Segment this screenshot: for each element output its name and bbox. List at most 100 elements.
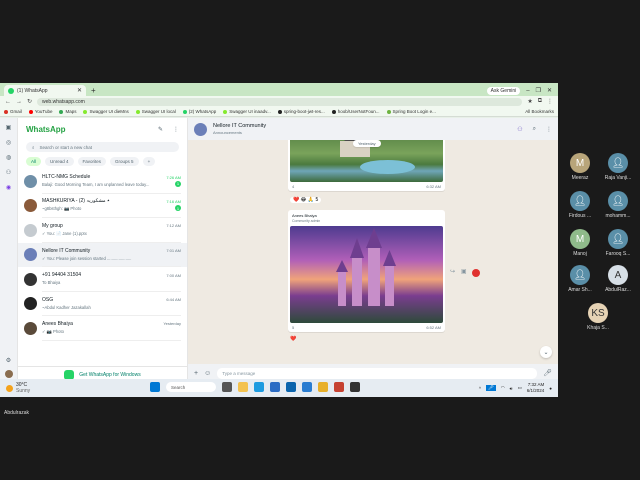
bookmark-item[interactable]: spring-boot-jwt-res... — [277, 109, 325, 114]
participant-tile[interactable]: 👤︎ Firdous ... — [560, 191, 600, 219]
attach-icon[interactable]: + — [194, 370, 198, 377]
scroll-down-button[interactable]: ⌄ — [540, 346, 552, 358]
participant-tile[interactable]: KS Khaja S... — [578, 303, 618, 331]
meta-ai-icon[interactable]: ◉ — [6, 184, 11, 191]
new-tab-button[interactable]: + — [91, 85, 96, 96]
taskbar-search[interactable]: Search — [166, 382, 216, 392]
bookmark-item[interactable]: hoob/UserNotFoun... — [331, 109, 380, 114]
chat-row-selected[interactable]: Nellore IT Community 7:01 AM ✓ You: Pleas… — [18, 242, 187, 267]
url-field[interactable]: web.whatsapp.com — [37, 97, 523, 106]
chats-icon[interactable]: ▣ — [6, 124, 12, 131]
star-icon[interactable]: ★ — [527, 98, 532, 105]
chat-row[interactable]: +91 94404 31504 7:00 AM To Bhaiya — [18, 267, 187, 292]
chat-preview: ✓ 📷 Photo — [42, 328, 64, 334]
filter-all[interactable]: All — [26, 157, 42, 166]
close-icon[interactable]: ✕ — [77, 87, 82, 94]
media-icon[interactable]: ▣ — [461, 268, 467, 275]
message-bubble[interactable]: Anees Bhaiya Community admin 5 6:52 AM — [288, 210, 445, 332]
extensions-icon[interactable]: ⧉ — [538, 98, 542, 105]
menu-icon[interactable]: ⋮ — [547, 98, 553, 105]
filter-add[interactable]: + — [142, 157, 156, 166]
bookmark-item[interactable]: Swagger UI inaadv... — [223, 109, 271, 114]
community-icon[interactable]: ⚇ — [517, 126, 522, 133]
notification-icon[interactable]: ● — [549, 386, 552, 391]
mic-tray-icon[interactable]: 🎤︎ — [485, 385, 496, 391]
battery-icon[interactable]: ▭ — [517, 385, 521, 391]
filter-unread[interactable]: Unread 4 — [45, 157, 74, 166]
participant-tile[interactable]: 👤︎ Farooq S... — [598, 229, 638, 257]
clock[interactable]: 7:32 AM 6/1/2024 — [527, 382, 545, 394]
person-icon: 👤︎ — [570, 191, 590, 211]
more-options-icon[interactable]: ⋮ — [173, 126, 179, 133]
git-icon[interactable] — [334, 382, 344, 392]
minimize-icon[interactable]: – — [526, 88, 529, 94]
reload-icon[interactable]: ↻ — [27, 98, 32, 105]
chat-row[interactable]: HLTC-NMG Schedule 7:26 AM Balaji: Good Mo… — [18, 169, 187, 194]
pdf-icon[interactable] — [472, 269, 480, 277]
chat-row[interactable]: OSG 6:44 AM ~Abdul Kadher Jazakallah — [18, 292, 187, 316]
forward-icon[interactable]: ↪ — [450, 268, 455, 275]
message-reaction[interactable]: ❤️ — [290, 336, 296, 342]
participant-tile[interactable]: 👤︎ Raja Vanji... — [598, 153, 638, 181]
participant-tile[interactable]: A AbdulRaz... — [598, 265, 638, 293]
castle-image[interactable] — [290, 226, 443, 323]
browser-tab-whatsapp[interactable]: (1) WhatsApp ✕ — [4, 85, 86, 96]
channels-icon[interactable]: ◍ — [6, 154, 11, 161]
chat-row[interactable]: Anees Bhaiya Yesterday ✓ 📷 Photo — [18, 316, 187, 341]
message-input[interactable]: Type a message — [217, 367, 538, 379]
unread-badge: 1 — [175, 205, 181, 212]
outlook-icon[interactable] — [286, 382, 296, 392]
bookmark-item[interactable]: Spring Boot Login e... — [386, 109, 436, 114]
bookmark-item[interactable]: Swagger UI dieMns — [83, 109, 129, 114]
windows-start-icon[interactable] — [150, 382, 160, 392]
more-options-icon[interactable]: ⋮ — [546, 126, 552, 133]
participant-tile[interactable]: 👤︎ Amar Sh... — [560, 265, 600, 293]
store-icon[interactable] — [270, 382, 280, 392]
task-view-icon[interactable] — [222, 382, 232, 392]
ask-gemini-button[interactable]: Ask Gemini — [486, 86, 521, 95]
edge-icon[interactable] — [254, 382, 264, 392]
wifi-icon[interactable]: ◠ — [501, 385, 505, 391]
volume-icon[interactable]: 🔊︎ — [510, 386, 513, 391]
chat-time: 7:12 AM — [166, 223, 181, 229]
message-bubble[interactable]: 4 6:32 AM — [288, 140, 445, 191]
search-input[interactable]: ⌕ Search or start a new chat — [26, 142, 179, 152]
search-icon[interactable]: ⌕ — [533, 126, 536, 133]
bookmark-item[interactable]: Swagger UI local — [135, 109, 176, 114]
new-chat-icon[interactable]: ✎ — [158, 126, 163, 133]
mic-icon[interactable]: 🎤︎ — [543, 369, 552, 377]
chrome-icon[interactable] — [318, 382, 328, 392]
close-window-icon[interactable]: ✕ — [547, 87, 552, 94]
all-bookmarks[interactable]: All Bookmarks — [525, 109, 554, 114]
back-icon[interactable]: ← — [5, 99, 11, 105]
message-reactions[interactable]: ❤️ 😂 🙏 5 — [290, 197, 322, 203]
explorer-icon[interactable] — [238, 382, 248, 392]
vscode-icon[interactable] — [302, 382, 312, 392]
restore-icon[interactable]: ❐ — [536, 87, 541, 94]
status-icon[interactable]: ◎ — [6, 139, 11, 146]
settings-icon[interactable]: ⚙ — [6, 357, 11, 364]
chevron-up-icon[interactable]: ^ — [479, 386, 481, 391]
bookmark-item[interactable]: Gmail — [4, 109, 22, 114]
bookmark-item[interactable]: YouTube — [28, 109, 52, 114]
participant-tile[interactable]: M Manoj — [560, 229, 600, 257]
bookmark-item[interactable]: Maps — [59, 109, 76, 114]
communities-icon[interactable]: ⚇ — [6, 169, 11, 176]
chat-row[interactable]: My group 7:12 AM ✓ You: 📄 Jane (1).pptx — [18, 218, 187, 243]
profile-avatar[interactable] — [4, 370, 13, 378]
weather-widget[interactable]: 30°C Sunny — [6, 382, 30, 394]
terminal-icon[interactable] — [350, 382, 360, 392]
forward-icon[interactable]: → — [16, 99, 22, 105]
chat-time: 7:00 AM — [166, 272, 181, 278]
conversation-header[interactable]: Nellore IT Community Announcements ⚇ ⌕ ⋮ — [188, 118, 558, 140]
presenter-name: Abdulrazak — [4, 410, 30, 416]
message-sender: Anees Bhaiya — [292, 213, 317, 218]
participant-tile[interactable]: M Meeraz — [560, 153, 600, 181]
filter-groups[interactable]: Groups 5 — [110, 157, 139, 166]
bookmark-item[interactable]: (2) WhatsApp — [182, 109, 216, 114]
filter-favorites[interactable]: Favorites — [77, 157, 107, 166]
sticker-icon[interactable]: ☺ — [204, 370, 211, 377]
participant-tile[interactable]: 👤︎ mohamm... — [598, 191, 638, 219]
chat-preview: ✓ You: 📄 Jane (1).pptx — [42, 230, 87, 236]
chat-row[interactable]: MASHKURIYA - (2) ٭ مشکوریہ 7:16 AM ~g8bst… — [18, 194, 187, 218]
